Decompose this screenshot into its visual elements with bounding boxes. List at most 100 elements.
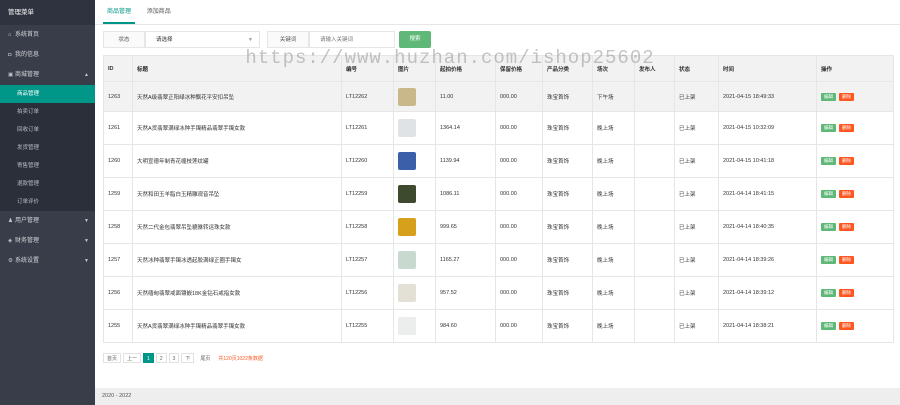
search-button[interactable]: 搜索 xyxy=(399,31,431,48)
table-row[interactable]: 1259 天然和田玉羊脂白玉精雕观音吊坠 LT12259 1086.11 000.00 珠… xyxy=(103,177,894,211)
cell-publisher xyxy=(634,81,675,112)
table-row[interactable]: 1263 天然A级翡翠正阳绿冰种飘花平安扣吊坠 LT12262 11.00 000.00… xyxy=(103,81,894,112)
table-row[interactable]: 1261 天然A货翡翠满绿冰种手镯精品翡翠手镯女款 LT12261 1364.14 00… xyxy=(103,111,894,145)
table-row[interactable]: 1258 天然二代金包翡翠吊坠貔貅转运珠女款 LT12258 999.65 000.00… xyxy=(103,210,894,244)
cell-title: 天然缅甸翡翠戒面镶嵌18K金钻石戒指女款 xyxy=(132,276,342,310)
cell-session: 晚上场 xyxy=(592,243,635,277)
edit-button[interactable]: 编辑 xyxy=(821,157,836,165)
cell-code: LT12256 xyxy=(341,276,394,310)
sidebar-subitem-0[interactable]: 商品管理 xyxy=(0,85,95,103)
cell-code: LT12255 xyxy=(341,309,394,343)
cell-id: 1256 xyxy=(103,276,133,310)
cell-start-price: 11.00 xyxy=(435,81,496,112)
edit-button[interactable]: 编辑 xyxy=(821,190,836,198)
column-header: 状态 xyxy=(674,55,719,82)
cell-id: 1258 xyxy=(103,210,133,244)
edit-button[interactable]: 编辑 xyxy=(821,223,836,231)
sidebar-item-2[interactable]: ▣ 商城管理 ▲ xyxy=(0,65,95,85)
sidebar-item-1[interactable]: ◘ 我的信息 xyxy=(0,45,95,65)
sidebar-menu-1[interactable]: ◈ 财务管理 ▼ xyxy=(0,231,95,251)
table-row[interactable]: 1255 天然A货翡翠满绿冰种手镯精品翡翠手镯女款 LT12255 984.60 000… xyxy=(103,309,894,343)
page-button-3[interactable]: 3 xyxy=(168,353,180,363)
cell-reserve-price: 000.00 xyxy=(495,144,543,178)
cell-title: 大明宣德年制青花缠枝莲纹罐 xyxy=(132,144,342,178)
cell-actions: 编辑 删除 xyxy=(816,276,894,310)
keyword-filter-label: 关键词 xyxy=(267,31,309,48)
prev-page-button[interactable]: 上一 xyxy=(123,353,142,363)
sidebar-subitem-6[interactable]: 订单评价 xyxy=(0,193,95,211)
main-content: 商品管理 添加商品 状态 请选择 ▼ 关键词 搜索 ID标题编号图片起拍价格保留… xyxy=(95,0,900,405)
delete-button[interactable]: 删除 xyxy=(839,289,854,297)
delete-button[interactable]: 删除 xyxy=(839,256,854,264)
page-button-1[interactable]: 1 xyxy=(143,353,154,363)
last-page-button[interactable]: 尾页 xyxy=(196,353,215,363)
tab-product-manage[interactable]: 商品管理 xyxy=(103,0,136,24)
status-filter-label: 状态 xyxy=(103,31,145,48)
product-thumbnail[interactable] xyxy=(398,317,416,335)
sidebar: 管理菜单 ⌂ 系统首页 ◘ 我的信息 ▣ 商城管理 ▲ 商品管理 拍卖订单 回收订单 发货管理 寄售… xyxy=(0,0,95,405)
delete-button[interactable]: 删除 xyxy=(839,124,854,132)
delete-button[interactable]: 删除 xyxy=(839,92,854,101)
sidebar-subitem-3[interactable]: 发货管理 xyxy=(0,139,95,157)
page-button-2[interactable]: 2 xyxy=(155,353,167,363)
table-row[interactable]: 1256 天然缅甸翡翠戒面镶嵌18K金钻石戒指女款 LT12256 957.52 000… xyxy=(103,276,894,310)
column-header: 产品分类 xyxy=(542,55,593,82)
cell-code: LT12261 xyxy=(341,111,394,145)
cell-code: LT12259 xyxy=(341,177,394,211)
keyword-input[interactable] xyxy=(309,31,395,48)
tab-bar: 商品管理 添加商品 xyxy=(95,0,900,25)
cell-status: 已上架 xyxy=(674,243,719,277)
cell-title: 天然和田玉羊脂白玉精雕观音吊坠 xyxy=(132,177,342,211)
cell-reserve-price: 000.00 xyxy=(495,177,543,211)
sidebar-menu-0[interactable]: ♟ 用户管理 ▼ xyxy=(0,211,95,231)
status-select[interactable]: 请选择 ▼ xyxy=(145,31,260,48)
delete-button[interactable]: 删除 xyxy=(839,157,854,165)
first-page-button[interactable]: 首页 xyxy=(103,353,122,363)
edit-button[interactable]: 编辑 xyxy=(821,124,836,132)
next-page-button[interactable]: 下 xyxy=(181,353,195,363)
product-thumbnail[interactable] xyxy=(398,284,416,302)
table-row[interactable]: 1260 大明宣德年制青花缠枝莲纹罐 LT12260 1139.94 000.00 珠宝首… xyxy=(103,144,894,178)
delete-button[interactable]: 删除 xyxy=(839,223,854,231)
cell-id: 1260 xyxy=(103,144,133,178)
chevron-down-icon: ▼ xyxy=(248,37,253,43)
shop-icon: ▣ xyxy=(8,72,14,78)
filter-bar: 状态 请选择 ▼ 关键词 搜索 xyxy=(103,31,893,49)
product-thumbnail[interactable] xyxy=(398,251,416,269)
tab-add-product[interactable]: 添加商品 xyxy=(143,0,175,24)
sidebar-menu-label: 财务管理 xyxy=(15,238,40,244)
cell-category: 珠宝首饰 xyxy=(542,276,593,310)
product-thumbnail[interactable] xyxy=(398,119,416,137)
sidebar-item-0[interactable]: ⌂ 系统首页 xyxy=(0,25,95,45)
edit-button[interactable]: 编辑 xyxy=(821,289,836,297)
edit-button[interactable]: 编辑 xyxy=(821,92,836,101)
edit-button[interactable]: 编辑 xyxy=(821,322,836,330)
cell-code: LT12257 xyxy=(341,243,394,277)
sidebar-subitem-1[interactable]: 拍卖订单 xyxy=(0,103,95,121)
cell-status: 已上架 xyxy=(674,177,719,211)
sidebar-subitem-5[interactable]: 退款管理 xyxy=(0,175,95,193)
users-icon: ♟ xyxy=(8,218,13,224)
user-icon: ◘ xyxy=(8,52,12,58)
table-row[interactable]: 1257 天然冰种翡翠手镯冰透起胶满绿正圈手镯女 LT12257 1165.27 000… xyxy=(103,243,894,277)
edit-button[interactable]: 编辑 xyxy=(821,256,836,264)
chevron-up-icon: ▲ xyxy=(84,72,89,78)
cell-title: 天然A货翡翠满绿冰种手镯精品翡翠手镯女款 xyxy=(132,111,342,145)
sidebar-menu-2[interactable]: ⚙ 系统设置 ▼ xyxy=(0,251,95,271)
cell-status: 已上架 xyxy=(674,309,719,343)
product-thumbnail[interactable] xyxy=(398,87,416,106)
cell-image xyxy=(393,144,436,178)
cell-start-price: 1165.27 xyxy=(435,243,496,277)
footer: 2020 - 2022 xyxy=(95,388,900,405)
sidebar-subitem-4[interactable]: 寄售管理 xyxy=(0,157,95,175)
delete-button[interactable]: 删除 xyxy=(839,190,854,198)
cell-publisher xyxy=(634,243,675,277)
cell-start-price: 984.60 xyxy=(435,309,496,343)
delete-button[interactable]: 删除 xyxy=(839,322,854,330)
product-thumbnail[interactable] xyxy=(398,218,416,236)
product-thumbnail[interactable] xyxy=(398,185,416,203)
cell-start-price: 957.52 xyxy=(435,276,496,310)
product-thumbnail[interactable] xyxy=(398,152,416,170)
sidebar-subitem-2[interactable]: 回收订单 xyxy=(0,121,95,139)
pagination: 首页 上一 1 2 3 下尾页 共120页1022条数据 xyxy=(103,353,263,363)
